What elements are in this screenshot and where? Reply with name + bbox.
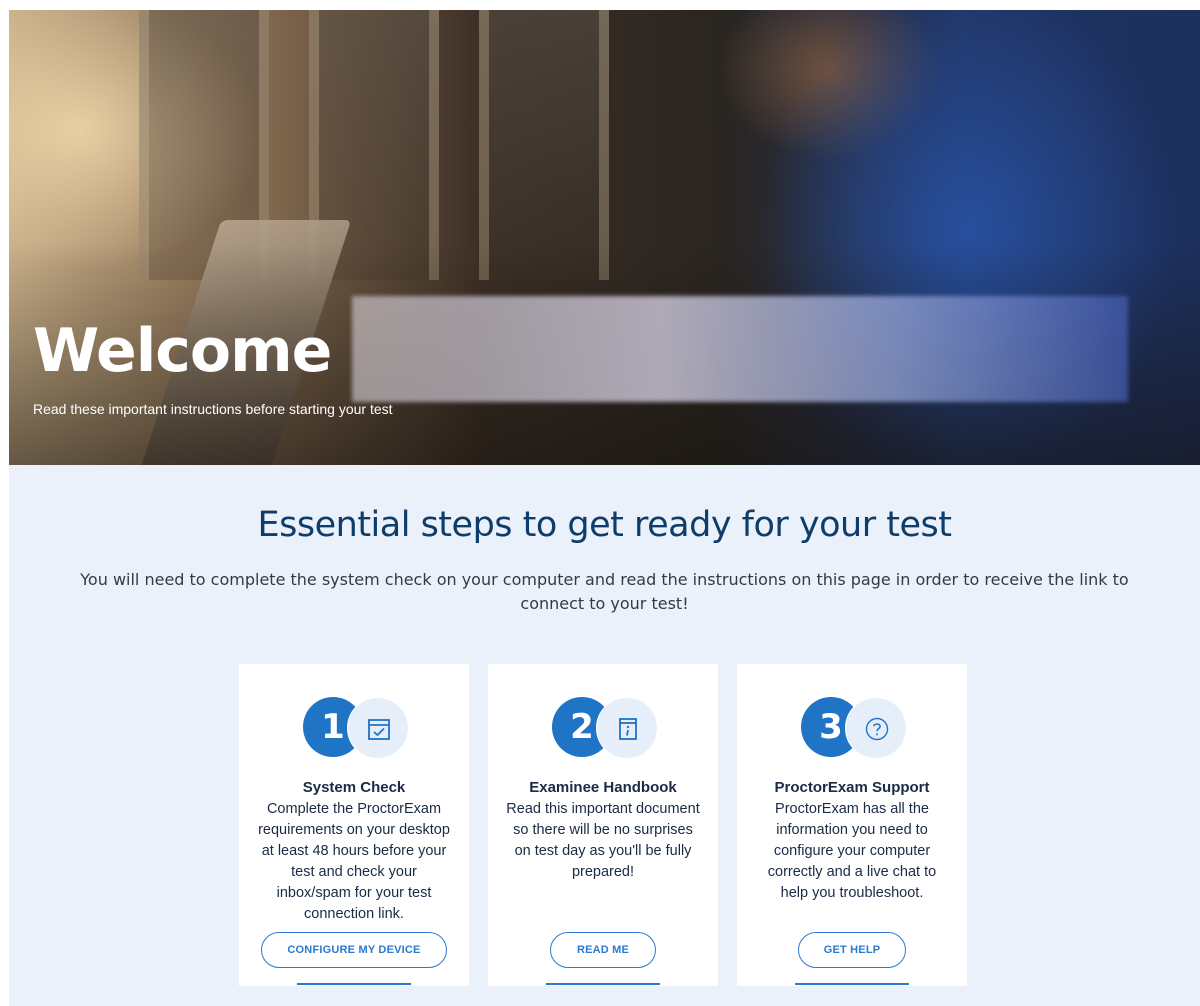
read-me-button[interactable]: READ ME [550, 932, 656, 968]
step-badge: 1 [303, 697, 413, 759]
info-document-icon [596, 697, 658, 759]
page: Welcome Read these important instruction… [0, 0, 1200, 1006]
get-help-button[interactable]: GET HELP [798, 932, 906, 968]
step-badge: 3 [801, 697, 911, 759]
hero-subtitle: Read these important instructions before… [33, 401, 393, 417]
card-accent-line [297, 983, 411, 985]
section-headline: Essential steps to get ready for your te… [257, 505, 952, 545]
hero-title: Welcome [33, 316, 332, 386]
step-card-system-check: 1 System Check Complete the ProctorExam … [239, 664, 469, 986]
redacted-name-band [352, 296, 1128, 402]
step-title: ProctorExam Support [774, 779, 930, 796]
step-description: ProctorExam has all the information you … [767, 801, 937, 901]
step-description: Complete the ProctorExam requirements on… [258, 801, 450, 922]
card-accent-line [546, 983, 660, 985]
step-badge: 2 [552, 697, 662, 759]
step-title: System Check [302, 779, 406, 796]
calendar-check-icon [347, 697, 409, 759]
section-intro: You will need to complete the system che… [80, 570, 1129, 613]
step-title: Examinee Handbook [529, 779, 677, 796]
hero-background-window [479, 10, 609, 280]
step-description: Read this important document so there wi… [506, 801, 700, 880]
question-circle-icon [845, 697, 907, 759]
step-card-proctorexam-support: 3 ProctorExam Support ProctorExam has al… [737, 664, 967, 986]
step-card-examinee-handbook: 2 Examinee Handbook Read this important … [488, 664, 718, 986]
hero-banner: Welcome Read these important instruction… [9, 10, 1200, 465]
configure-my-device-button[interactable]: CONFIGURE MY DEVICE [261, 932, 447, 968]
steps-section: Essential steps to get ready for your te… [9, 465, 1200, 1006]
card-accent-line [795, 983, 909, 985]
